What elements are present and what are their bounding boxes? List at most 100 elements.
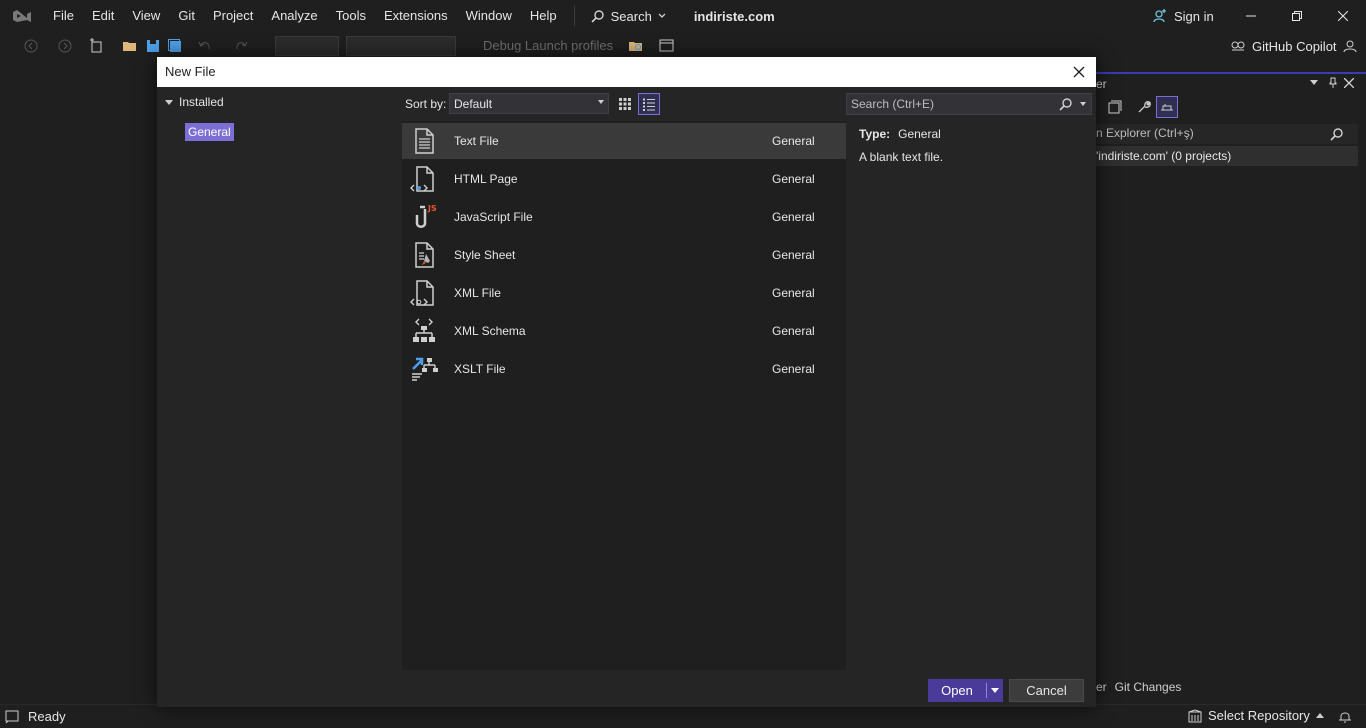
close-icon <box>1073 66 1085 78</box>
dialog-close-button[interactable] <box>1068 61 1090 83</box>
small-icons-view-button[interactable] <box>638 93 660 115</box>
bottom-tabs: er Git Changes <box>1096 676 1181 698</box>
list-item-category: General <box>772 134 815 148</box>
status-ready-text: Ready <box>28 709 66 724</box>
navigate-forward-icon[interactable] <box>56 37 74 55</box>
close-window-button[interactable] <box>1320 0 1366 32</box>
preview-selected-button[interactable] <box>1156 96 1178 118</box>
navigate-back-icon[interactable] <box>22 37 40 55</box>
debug-launch-profiles[interactable]: Debug Launch profiles <box>483 38 613 53</box>
list-item-name: JavaScript File <box>454 210 533 224</box>
configuration-combo[interactable] <box>275 36 339 56</box>
sort-by-dropdown[interactable]: Default <box>449 93 609 114</box>
layout-icon[interactable] <box>658 37 676 55</box>
list-item-text-file[interactable]: Text File General <box>402 123 846 159</box>
preview-icon <box>1161 104 1173 111</box>
menu-file[interactable]: File <box>44 0 83 32</box>
solution-node[interactable]: 'indiriste.com' (0 projects) <box>1096 146 1358 166</box>
chevron-down-icon[interactable] <box>1310 80 1318 86</box>
github-copilot-button[interactable]: GitHub Copilot <box>1230 32 1357 60</box>
menu-git[interactable]: Git <box>169 0 204 32</box>
redo-icon[interactable] <box>232 37 250 55</box>
style-sheet-icon <box>415 242 434 268</box>
javascript-file-icon: JS <box>415 204 437 228</box>
global-search[interactable]: Search <box>583 0 674 32</box>
toolbar: Debug Launch profiles GitHub Copilot <box>0 32 1366 60</box>
sort-by-label: Sort by: <box>405 97 447 111</box>
list-item-name: XML Schema <box>454 324 526 338</box>
select-repository-button[interactable]: Select Repository <box>1188 708 1324 723</box>
close-icon <box>1338 11 1348 21</box>
list-item-xml-file[interactable]: XML File General <box>402 275 846 311</box>
open-button[interactable]: Open <box>928 679 1003 702</box>
list-item-xml-schema[interactable]: XML Schema General <box>402 313 846 349</box>
sign-in-label: Sign in <box>1174 8 1214 24</box>
medium-icons-view-button[interactable] <box>614 93 636 115</box>
save-icon[interactable] <box>144 37 162 55</box>
tree-node-installed-label: Installed <box>179 95 224 109</box>
template-search-input[interactable]: Search (Ctrl+E) <box>846 93 1092 115</box>
dialog-title-bar: New File <box>157 57 1096 87</box>
list-item-javascript-file[interactable]: JS JavaScript File General <box>402 199 846 235</box>
menu-edit[interactable]: Edit <box>83 0 123 32</box>
menu-view[interactable]: View <box>123 0 169 32</box>
tree-node-general[interactable]: General <box>185 123 234 141</box>
solution-explorer-toolbar <box>1096 94 1366 122</box>
notifications-bell-icon[interactable] <box>1338 710 1352 724</box>
list-item-xslt-file[interactable]: XSLT File General <box>402 351 846 387</box>
solution-explorer-header: er <box>1096 74 1366 94</box>
person-add-icon <box>1153 9 1166 23</box>
visual-studio-logo-icon[interactable] <box>0 0 44 32</box>
new-item-icon[interactable] <box>88 37 106 55</box>
open-with-dropdown[interactable] <box>987 687 1003 694</box>
list-item-name: HTML Page <box>454 172 518 186</box>
solution-explorer-search[interactable]: n Explorer (Ctrl+ş) <box>1096 124 1358 144</box>
minimize-button[interactable] <box>1228 0 1274 32</box>
menu-window[interactable]: Window <box>457 0 521 32</box>
chevron-down-icon <box>1080 102 1086 106</box>
menu-tools[interactable]: Tools <box>327 0 375 32</box>
search-icon <box>1059 98 1072 111</box>
sort-by-value: Default <box>454 97 493 111</box>
new-file-dialog: New File Installed General Sort by: Defa… <box>157 57 1096 707</box>
list-view-icon <box>643 98 655 111</box>
menu-separator <box>573 6 575 26</box>
list-item-category: General <box>772 210 815 224</box>
solution-explorer-tab[interactable]: er <box>1096 680 1107 694</box>
collapse-all-icon[interactable] <box>1108 100 1122 114</box>
close-icon[interactable] <box>1344 78 1354 88</box>
type-line: Type: General <box>859 127 1089 141</box>
cancel-button[interactable]: Cancel <box>1009 679 1084 702</box>
copilot-label: GitHub Copilot <box>1252 38 1337 54</box>
template-details: Type: General A blank text file. <box>859 127 1089 164</box>
xslt-file-icon <box>412 357 438 381</box>
open-folder-icon[interactable] <box>121 37 139 55</box>
menu-help[interactable]: Help <box>521 0 566 32</box>
menu-extensions[interactable]: Extensions <box>375 0 457 32</box>
list-item-name: Text File <box>454 134 499 148</box>
list-item-name: XSLT File <box>454 362 506 376</box>
tree-node-installed[interactable]: Installed <box>165 95 224 109</box>
open-button-label: Open <box>941 683 973 698</box>
dialog-footer: Open Cancel <box>157 671 1096 707</box>
pin-icon[interactable] <box>1328 77 1338 89</box>
git-changes-tab[interactable]: Git Changes <box>1115 680 1182 694</box>
restore-button[interactable] <box>1274 0 1320 32</box>
list-item-name: Style Sheet <box>454 248 516 262</box>
menu-project[interactable]: Project <box>204 0 262 32</box>
chevron-down-icon <box>598 100 604 104</box>
properties-wrench-icon[interactable] <box>1137 100 1151 114</box>
sign-in-button[interactable]: Sign in <box>1152 0 1214 32</box>
template-list: Text File General HTML Page General JS J… <box>402 121 846 670</box>
undo-icon[interactable] <box>196 37 214 55</box>
list-item-category: General <box>772 172 815 186</box>
list-item-style-sheet[interactable]: Style Sheet General <box>402 237 846 273</box>
platform-combo[interactable] <box>346 36 456 56</box>
browse-folder-icon[interactable] <box>627 37 645 55</box>
save-all-icon[interactable] <box>166 37 184 55</box>
xml-file-icon <box>410 280 434 306</box>
list-item-html-page[interactable]: HTML Page General <box>402 161 846 197</box>
output-icon[interactable] <box>5 710 19 724</box>
select-repository-label: Select Repository <box>1208 708 1310 723</box>
menu-analyze[interactable]: Analyze <box>262 0 326 32</box>
